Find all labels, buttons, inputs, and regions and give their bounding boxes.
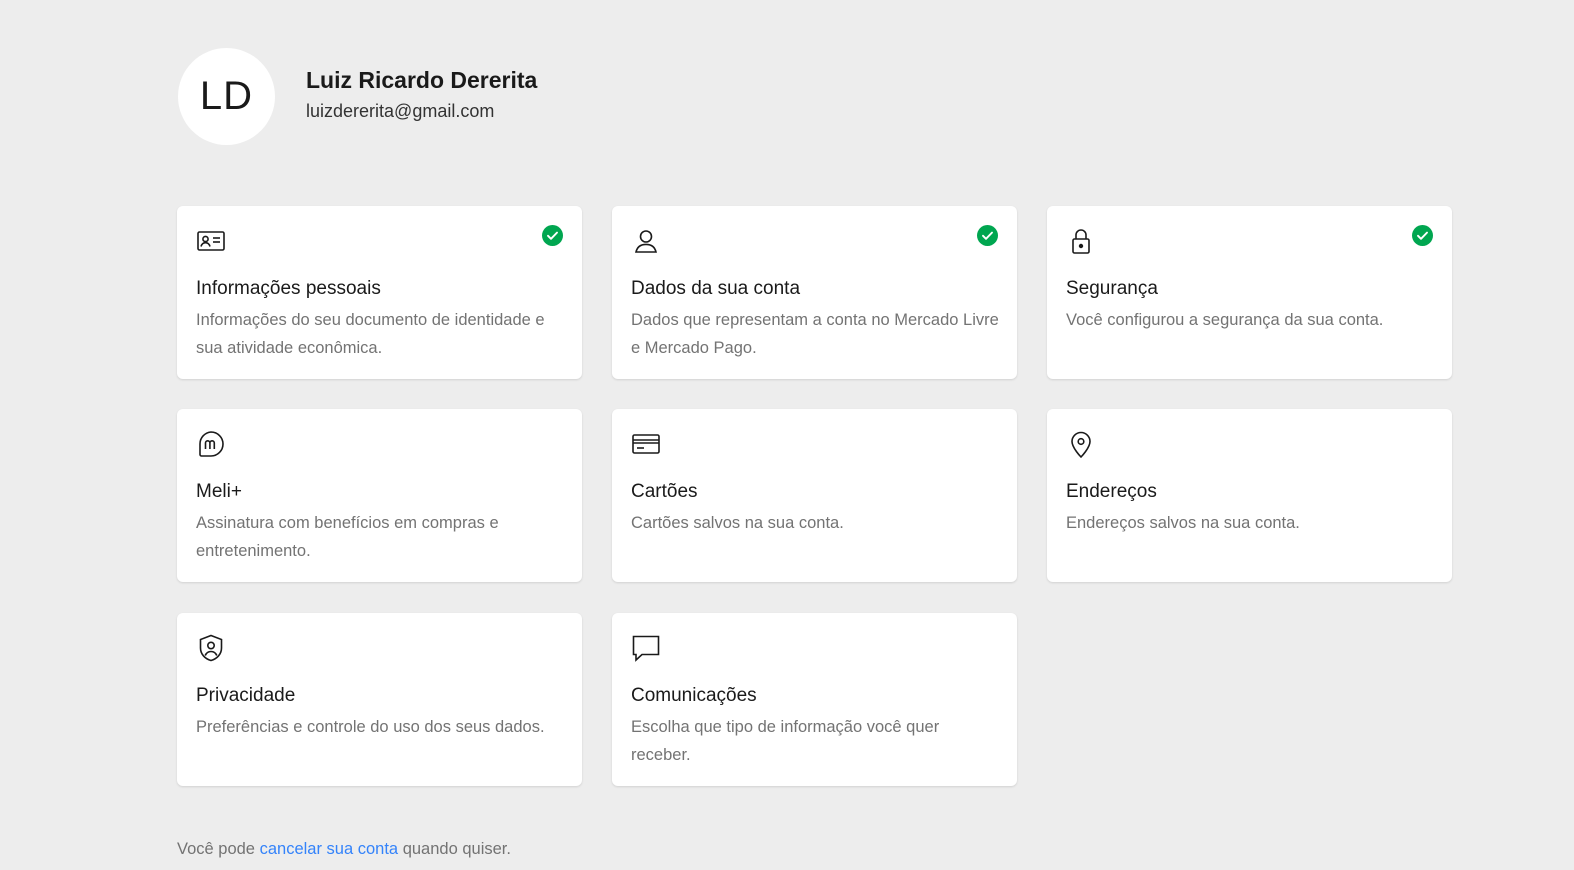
footer-prefix: Você pode bbox=[177, 840, 255, 858]
card-title: Informações pessoais bbox=[196, 278, 381, 299]
cancel-account-link[interactable]: cancelar sua conta bbox=[260, 840, 399, 858]
privacy-shield-icon bbox=[196, 633, 226, 663]
user-info: Luiz Ricardo Dererita luizdererita@gmail… bbox=[306, 65, 537, 122]
card-informacoes-pessoais[interactable]: Informações pessoais Informações do seu … bbox=[177, 206, 582, 379]
profile-header: LD Luiz Ricardo Dererita luizdererita@gm… bbox=[178, 48, 537, 145]
card-title: Endereços bbox=[1066, 481, 1157, 502]
card-title: Comunicações bbox=[631, 685, 757, 706]
footer-cancel-text: Você pode cancelar sua conta quando quis… bbox=[177, 840, 511, 859]
card-title: Segurança bbox=[1066, 278, 1158, 299]
card-description: Preferências e controle do uso dos seus … bbox=[196, 718, 545, 736]
card-description: Informações do seu documento de identida… bbox=[196, 311, 545, 357]
check-icon bbox=[1412, 225, 1433, 246]
card-comunicacoes[interactable]: Comunicações Escolha que tipo de informa… bbox=[612, 613, 1017, 786]
card-description: Assinatura com benefícios em compras e e… bbox=[196, 514, 499, 560]
avatar: LD bbox=[178, 48, 275, 145]
location-pin-icon bbox=[1066, 429, 1096, 459]
chat-bubble-icon bbox=[631, 633, 661, 663]
card-seguranca[interactable]: Segurança Você configurou a segurança da… bbox=[1047, 206, 1452, 379]
card-title: Dados da sua conta bbox=[631, 278, 801, 299]
card-privacidade[interactable]: Privacidade Preferências e controle do u… bbox=[177, 613, 582, 786]
card-dados-da-conta[interactable]: Dados da sua conta Dados que representam… bbox=[612, 206, 1017, 379]
check-icon bbox=[977, 225, 998, 246]
card-description: Endereços salvos na sua conta. bbox=[1066, 514, 1300, 532]
user-icon bbox=[631, 226, 661, 256]
user-email: luizdererita@gmail.com bbox=[306, 101, 495, 121]
credit-card-icon bbox=[631, 429, 661, 459]
card-description: Você configurou a segurança da sua conta… bbox=[1066, 311, 1384, 329]
id-card-icon bbox=[196, 226, 226, 256]
lock-icon bbox=[1066, 226, 1096, 256]
check-icon bbox=[542, 225, 563, 246]
card-title: Cartões bbox=[631, 481, 698, 502]
card-meli-plus[interactable]: Meli+ Assinatura com benefícios em compr… bbox=[177, 409, 582, 582]
meli-plus-icon bbox=[196, 429, 226, 459]
card-title: Meli+ bbox=[196, 481, 242, 502]
card-description: Cartões salvos na sua conta. bbox=[631, 514, 844, 532]
card-description: Dados que representam a conta no Mercado… bbox=[631, 311, 999, 357]
card-enderecos[interactable]: Endereços Endereços salvos na sua conta. bbox=[1047, 409, 1452, 582]
user-name: Luiz Ricardo Dererita bbox=[306, 67, 538, 93]
card-description: Escolha que tipo de informação você quer… bbox=[631, 718, 940, 764]
card-cartoes[interactable]: Cartões Cartões salvos na sua conta. bbox=[612, 409, 1017, 582]
card-title: Privacidade bbox=[196, 685, 296, 706]
footer-suffix: quando quiser. bbox=[402, 840, 511, 858]
